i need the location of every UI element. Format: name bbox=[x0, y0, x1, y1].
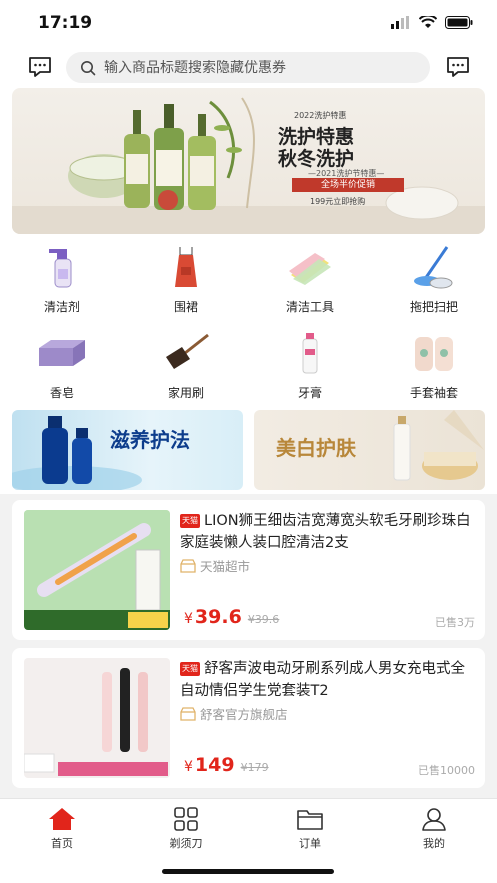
wifi-icon bbox=[419, 16, 437, 28]
product-title: 天猫 LION狮王细齿洁宽薄宽头软毛牙刷珍珠白家庭装懒人装口腔清洁2支 bbox=[180, 510, 472, 554]
product-title-text: 舒客声波电动牙刷系列成人男女充电式全自动情侣学生党套装T2 bbox=[180, 661, 465, 699]
product-title-text: LION狮王细齿洁宽薄宽头软毛牙刷珍珠白家庭装懒人装口腔清洁2支 bbox=[180, 513, 471, 551]
category-brush[interactable]: 家用刷 bbox=[136, 328, 236, 408]
mop-icon bbox=[408, 242, 460, 292]
signal-icon bbox=[391, 16, 409, 29]
category-label: 围裙 bbox=[173, 300, 198, 314]
promo-banner-whitening[interactable]: 美白护肤 bbox=[254, 410, 485, 490]
category-cleaning-tools[interactable]: 清洁工具 bbox=[260, 242, 360, 322]
nav-shaver[interactable]: 剃须刀 bbox=[146, 807, 226, 851]
promo-title: 美白护肤 bbox=[276, 436, 356, 460]
category-gloves[interactable]: 手套袖套 bbox=[384, 328, 484, 408]
category-label: 家用刷 bbox=[167, 386, 204, 400]
currency-symbol: ¥ bbox=[184, 759, 193, 775]
current-price: 149 bbox=[194, 754, 235, 776]
category-label: 香皂 bbox=[49, 386, 74, 400]
nav-label: 首页 bbox=[51, 837, 73, 850]
category-apron[interactable]: 围裙 bbox=[136, 242, 236, 322]
category-label: 清洁剂 bbox=[43, 300, 80, 314]
soap-icon bbox=[36, 328, 88, 378]
spray-bottle-icon bbox=[36, 242, 88, 292]
shop-row[interactable]: 舒客官方旗舰店 bbox=[180, 704, 288, 723]
battery-icon bbox=[445, 16, 473, 29]
brush-icon bbox=[160, 328, 212, 378]
product-card[interactable]: 天猫 舒客声波电动牙刷系列成人男女充电式全自动情侣学生党套装T2 舒客官方旗舰店 … bbox=[12, 648, 485, 788]
sleeves-icon bbox=[408, 328, 460, 378]
toothpaste-icon bbox=[284, 328, 336, 378]
status-time: 17:19 bbox=[38, 13, 93, 33]
shop-row[interactable]: 天猫超市 bbox=[180, 556, 250, 575]
chat-icon[interactable] bbox=[446, 56, 470, 78]
original-price: ¥179 bbox=[240, 761, 269, 774]
home-icon bbox=[49, 808, 75, 830]
sold-count: 已售10000 bbox=[418, 764, 475, 777]
category-grid: 清洁剂 围裙 清洁工具 拖把扫把 香皂 家用刷 牙膏 手套袖套 bbox=[0, 236, 497, 408]
nav-profile[interactable]: 我的 bbox=[394, 807, 474, 851]
message-icon[interactable] bbox=[28, 56, 52, 78]
category-label: 牙膏 bbox=[297, 386, 322, 400]
currency-symbol: ¥ bbox=[184, 611, 193, 627]
shop-name: 舒客官方旗舰店 bbox=[200, 707, 288, 722]
search-row bbox=[0, 48, 497, 88]
banner-products-image bbox=[12, 97, 485, 234]
product-card[interactable]: 天猫 LION狮王细齿洁宽薄宽头软毛牙刷珍珠白家庭装懒人装口腔清洁2支 天猫超市 … bbox=[12, 500, 485, 640]
nav-label: 剃须刀 bbox=[169, 837, 203, 850]
category-label: 手套袖套 bbox=[409, 386, 458, 400]
category-soap[interactable]: 香皂 bbox=[12, 328, 112, 408]
grid-icon bbox=[174, 807, 198, 831]
nav-orders[interactable]: 订单 bbox=[270, 807, 350, 851]
nav-label: 订单 bbox=[299, 837, 321, 850]
tmall-badge: 天猫 bbox=[180, 514, 200, 528]
product-image bbox=[24, 658, 170, 778]
home-indicator bbox=[162, 869, 334, 874]
nav-home[interactable]: 首页 bbox=[22, 807, 102, 851]
category-label: 拖把扫把 bbox=[409, 300, 458, 314]
search-icon bbox=[81, 60, 96, 75]
banner-subtitle: 秋冬洗护 bbox=[278, 148, 355, 170]
sold-count: 已售3万 bbox=[435, 616, 475, 629]
folder-icon bbox=[297, 810, 323, 830]
product-title: 天猫 舒客声波电动牙刷系列成人男女充电式全自动情侣学生党套装T2 bbox=[180, 658, 472, 702]
category-label: 清洁工具 bbox=[285, 300, 334, 314]
store-icon bbox=[180, 558, 196, 573]
promo-title: 滋养护法 bbox=[110, 428, 190, 452]
price-row: ¥ 39.6 ¥39.6 bbox=[184, 606, 279, 628]
tmall-badge: 天猫 bbox=[180, 662, 200, 676]
status-bar: 17:19 bbox=[0, 0, 497, 48]
shop-name: 天猫超市 bbox=[200, 559, 251, 574]
apron-icon bbox=[160, 242, 212, 292]
status-icons bbox=[391, 16, 473, 29]
price-row: ¥ 149 ¥179 bbox=[184, 754, 269, 776]
category-cleaner[interactable]: 清洁剂 bbox=[12, 242, 112, 322]
promo-banner-hair-care[interactable]: 滋养护法 bbox=[12, 410, 243, 490]
category-mop[interactable]: 拖把扫把 bbox=[384, 242, 484, 322]
category-toothpaste[interactable]: 牙膏 bbox=[260, 328, 360, 408]
banner-sub: 199元立即抢购 bbox=[310, 197, 366, 206]
banner-promo-tag: 全场半价促销 bbox=[292, 178, 404, 192]
nav-label: 我的 bbox=[423, 837, 445, 850]
user-icon bbox=[422, 808, 446, 831]
store-icon bbox=[180, 706, 196, 721]
banner-year: 2022洗护特惠 bbox=[294, 111, 347, 120]
original-price: ¥39.6 bbox=[247, 613, 280, 626]
hero-banner[interactable]: 2022洗护特惠 洗护特惠 秋冬洗护 —2021洗护节特惠— 全场半价促销 19… bbox=[12, 88, 485, 234]
search-box[interactable] bbox=[66, 52, 430, 83]
cloths-icon bbox=[284, 242, 336, 292]
search-input[interactable] bbox=[104, 59, 404, 76]
current-price: 39.6 bbox=[194, 606, 242, 628]
product-image bbox=[24, 510, 170, 630]
